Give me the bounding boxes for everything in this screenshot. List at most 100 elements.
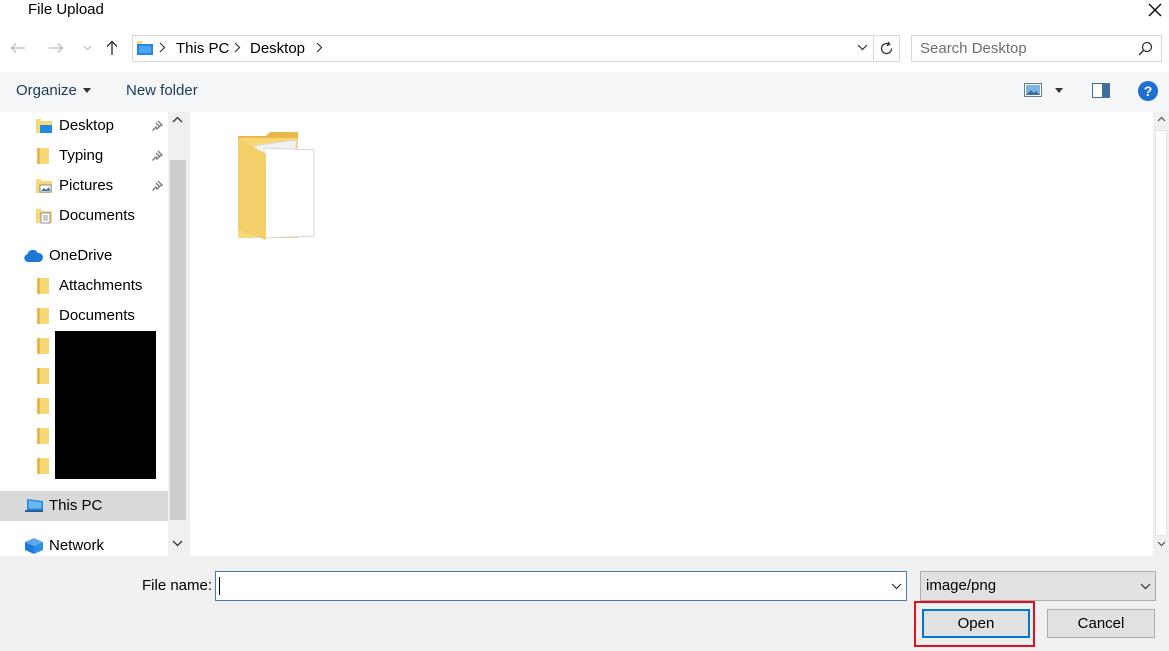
- nav-item-pictures[interactable]: Pictures: [0, 171, 168, 201]
- svg-text:?: ?: [1144, 83, 1153, 99]
- chevron-right-icon: [234, 42, 241, 53]
- chevron-down-icon: [891, 583, 902, 590]
- search-box[interactable]: [911, 35, 1162, 62]
- forward-button[interactable]: [46, 38, 66, 58]
- this-pc-icon: [25, 499, 43, 512]
- file-type-dropdown-icon: [1140, 583, 1151, 590]
- window-title: File Upload: [28, 1, 104, 18]
- file-name-label: File name:: [142, 577, 213, 594]
- nav-item-label: This PC: [49, 497, 103, 514]
- caret-down-icon: [82, 88, 91, 93]
- nav-item-typing[interactable]: Typing: [0, 141, 168, 171]
- chevron-down-icon: [857, 44, 868, 51]
- arrow-right-icon: [49, 43, 64, 53]
- close-icon: [1148, 3, 1162, 17]
- chevron-down-icon: [1157, 541, 1166, 547]
- main-scroll-down-button[interactable]: [1157, 541, 1166, 547]
- file-pane-scrollbar-thumb[interactable]: [1155, 130, 1167, 536]
- refresh-button[interactable]: [874, 35, 900, 62]
- preview-pane-button[interactable]: [1092, 83, 1110, 98]
- nav-item-label: Attachments: [59, 277, 143, 294]
- breadcrumb-separator: [316, 42, 323, 53]
- redaction-block: [55, 331, 156, 479]
- folder-icon: [37, 308, 49, 324]
- file-type-select[interactable]: image/png: [920, 571, 1156, 601]
- address-bar[interactable]: This PC Desktop: [132, 35, 874, 62]
- chevron-down-icon: [1140, 583, 1151, 590]
- file-name-input[interactable]: [218, 574, 880, 598]
- folder-icon: [37, 148, 49, 164]
- folder-icon: [37, 278, 49, 294]
- folder-icon[interactable]: [37, 338, 49, 354]
- close-button[interactable]: [1144, 0, 1166, 21]
- text-caret: [219, 577, 220, 595]
- pin-icon[interactable]: [151, 180, 163, 192]
- folder-icon[interactable]: [37, 428, 49, 444]
- arrow-up-icon: [106, 40, 118, 55]
- chevron-up-icon: [1157, 116, 1166, 122]
- more-views-button[interactable]: [1055, 88, 1063, 93]
- chevron-down-icon: [83, 45, 91, 51]
- chevron-down-icon: [172, 540, 183, 547]
- up-button[interactable]: [102, 38, 122, 58]
- folder-icon[interactable]: [37, 398, 49, 414]
- refresh-icon: [880, 41, 893, 55]
- breadcrumb-desktop[interactable]: Desktop: [250, 40, 305, 57]
- pin-icon[interactable]: [151, 120, 163, 132]
- breadcrumb-separator: [234, 42, 241, 53]
- nav-item-label: Typing: [59, 147, 104, 164]
- nav-item-label: Pictures: [59, 177, 114, 194]
- nav-pane-scrollbar-thumb[interactable]: [170, 160, 186, 520]
- open-button-highlight: [914, 601, 1035, 647]
- nav-item-this-pc[interactable]: This PC: [0, 491, 168, 521]
- nav-item-desktop[interactable]: Desktop: [0, 111, 168, 141]
- title-bar: [0, 0, 1169, 24]
- chevron-up-icon: [172, 116, 183, 123]
- organize-button[interactable]: Organize: [16, 82, 91, 99]
- nav-scroll-down-button[interactable]: [172, 540, 183, 547]
- nav-item-network[interactable]: Network: [0, 531, 168, 561]
- new-folder-button[interactable]: New folder: [126, 82, 198, 99]
- nav-scroll-up-button[interactable]: [172, 116, 183, 123]
- search-icon: [1138, 41, 1153, 56]
- open-folder-icon: [238, 132, 315, 240]
- breadcrumb-this-pc[interactable]: This PC: [176, 40, 229, 57]
- back-button[interactable]: [8, 38, 28, 58]
- nav-item-documents[interactable]: Documents: [0, 201, 168, 231]
- search-input[interactable]: [912, 36, 1140, 61]
- recent-locations-button[interactable]: [80, 40, 94, 56]
- nav-item-label: Network: [49, 537, 105, 554]
- nav-item-label: OneDrive: [49, 247, 113, 264]
- cancel-button[interactable]: Cancel: [1047, 609, 1155, 638]
- nav-item-attachments[interactable]: Attachments: [0, 271, 168, 301]
- main-scroll-up-button[interactable]: [1157, 116, 1166, 122]
- folder-item[interactable]: [236, 132, 318, 240]
- breadcrumb-separator: [159, 42, 166, 53]
- view-thumbnail-icon: [1024, 83, 1042, 97]
- nav-item-label: Desktop: [59, 117, 115, 134]
- folder-icon[interactable]: [37, 458, 49, 474]
- network-icon: [25, 538, 43, 554]
- desktop-folder-icon: [36, 119, 52, 133]
- documents-folder-icon: [36, 209, 52, 224]
- nav-item-onedrive-documents[interactable]: Documents: [0, 301, 168, 331]
- nav-item-onedrive[interactable]: OneDrive: [0, 241, 168, 271]
- folder-icon[interactable]: [37, 368, 49, 384]
- nav-item-label: Documents: [59, 307, 135, 324]
- file-name-combobox[interactable]: [215, 571, 907, 601]
- file-name-dropdown-button[interactable]: [891, 583, 902, 590]
- organize-label: Organize: [16, 82, 77, 99]
- change-view-button[interactable]: [1024, 83, 1042, 97]
- cloud-icon: [24, 250, 43, 262]
- caret-down-icon: [1055, 88, 1063, 93]
- pictures-folder-icon: [36, 179, 52, 193]
- pin-icon[interactable]: [151, 150, 163, 162]
- file-type-value: image/png: [926, 577, 997, 594]
- help-icon: ?: [1138, 81, 1158, 101]
- address-dropdown-button[interactable]: [857, 44, 868, 51]
- file-list-pane[interactable]: [190, 112, 1153, 556]
- chevron-right-icon: [316, 42, 323, 53]
- preview-pane-icon: [1092, 83, 1110, 98]
- help-button[interactable]: ?: [1138, 81, 1158, 101]
- this-pc-icon: [137, 41, 153, 56]
